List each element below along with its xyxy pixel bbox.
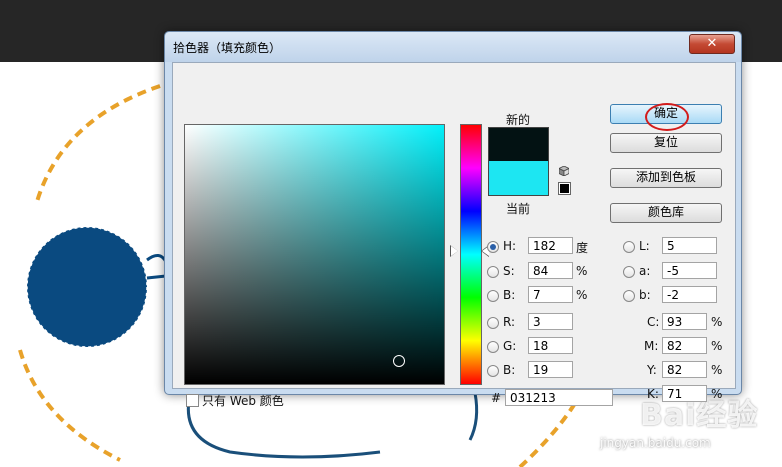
lab-a-input[interactable]: -5: [662, 262, 717, 279]
dialog-body: 新的 当前 确定 复位 添加到色板 颜色库 H: 182 度 S: 84 % B…: [172, 62, 736, 408]
hue-radio[interactable]: [487, 241, 499, 253]
green-radio[interactable]: [487, 341, 499, 353]
dialog-titlebar[interactable]: 拾色器（填充颜色） ✕: [165, 32, 741, 62]
cyan-label: C:: [647, 315, 660, 329]
green-label: G:: [503, 339, 517, 353]
black-input[interactable]: 71: [662, 385, 707, 402]
color-field-cursor-icon[interactable]: [393, 355, 405, 367]
magenta-input[interactable]: 82: [662, 337, 707, 354]
web-colors-only-label: 只有 Web 颜色: [202, 394, 284, 408]
hex-input[interactable]: 031213: [505, 389, 613, 406]
lab-a-radio[interactable]: [623, 266, 635, 278]
black-unit: %: [711, 387, 723, 401]
cyan-unit: %: [711, 315, 723, 329]
highlight-circle-annotation: [645, 103, 689, 131]
close-button[interactable]: ✕: [689, 34, 735, 54]
close-icon: ✕: [706, 36, 718, 51]
yellow-unit: %: [711, 363, 723, 377]
red-label: R:: [503, 315, 516, 329]
saturation-input[interactable]: 84: [528, 262, 573, 279]
saturation-label: S:: [503, 264, 515, 278]
hue-slider-handle-left-fill[interactable]: [451, 246, 458, 256]
hue-slider[interactable]: [460, 124, 482, 385]
lab-b-input[interactable]: -2: [662, 286, 717, 303]
new-color-swatch: [488, 127, 549, 162]
add-to-swatches-button[interactable]: 添加到色板: [610, 168, 722, 188]
figure-outline-right: [468, 392, 479, 441]
magenta-label: M:: [644, 339, 659, 353]
hex-label: #: [491, 391, 502, 405]
black-label: K:: [647, 387, 659, 401]
dashed-orange-arc-bottom: [18, 349, 121, 462]
lab-l-input[interactable]: 5: [662, 237, 717, 254]
saturation-unit: %: [576, 264, 588, 278]
current-color-swatch[interactable]: [488, 161, 549, 196]
blue-radio[interactable]: [487, 365, 499, 377]
out-of-gamut-cube-icon[interactable]: [559, 166, 569, 176]
web-colors-only-checkbox[interactable]: [186, 394, 199, 407]
current-color-label: 当前: [506, 202, 531, 216]
saturation-radio[interactable]: [487, 266, 499, 278]
red-input[interactable]: 3: [528, 313, 573, 330]
blue-label: B:: [503, 363, 516, 377]
watermark-url: jingyan.baidu.com: [600, 436, 711, 450]
lab-l-label: L:: [639, 239, 650, 253]
brightness-unit: %: [576, 288, 588, 302]
green-input[interactable]: 18: [528, 337, 573, 354]
lab-a-label: a:: [639, 264, 651, 278]
dashed-orange-arc-top: [34, 84, 161, 206]
brightness-input[interactable]: 7: [528, 286, 573, 303]
dialog-title: 拾色器（填充颜色）: [173, 41, 282, 55]
cyan-input[interactable]: 93: [662, 313, 707, 330]
new-color-label: 新的: [506, 113, 531, 127]
color-picker-dialog: 拾色器（填充颜色） ✕ 新的 当前 确定 复位 添加到色板 颜色库 H: 182…: [164, 31, 742, 408]
yellow-input[interactable]: 82: [662, 361, 707, 378]
reset-button[interactable]: 复位: [610, 133, 722, 153]
color-libraries-button[interactable]: 颜色库: [610, 203, 722, 223]
blue-circle-selection: [26, 226, 148, 348]
lab-b-label: b:: [639, 288, 651, 302]
hue-label: H:: [503, 239, 517, 253]
web-safe-warning-icon[interactable]: [558, 182, 571, 195]
yellow-label: Y:: [647, 363, 657, 377]
lab-l-radio[interactable]: [623, 241, 635, 253]
magenta-unit: %: [711, 339, 723, 353]
lab-b-radio[interactable]: [623, 290, 635, 302]
color-field[interactable]: [184, 124, 445, 385]
hue-input[interactable]: 182: [528, 237, 573, 254]
red-radio[interactable]: [487, 317, 499, 329]
brightness-label: B:: [503, 288, 516, 302]
blue-input[interactable]: 19: [528, 361, 573, 378]
brightness-radio[interactable]: [487, 290, 499, 302]
hue-unit: 度: [576, 241, 589, 255]
